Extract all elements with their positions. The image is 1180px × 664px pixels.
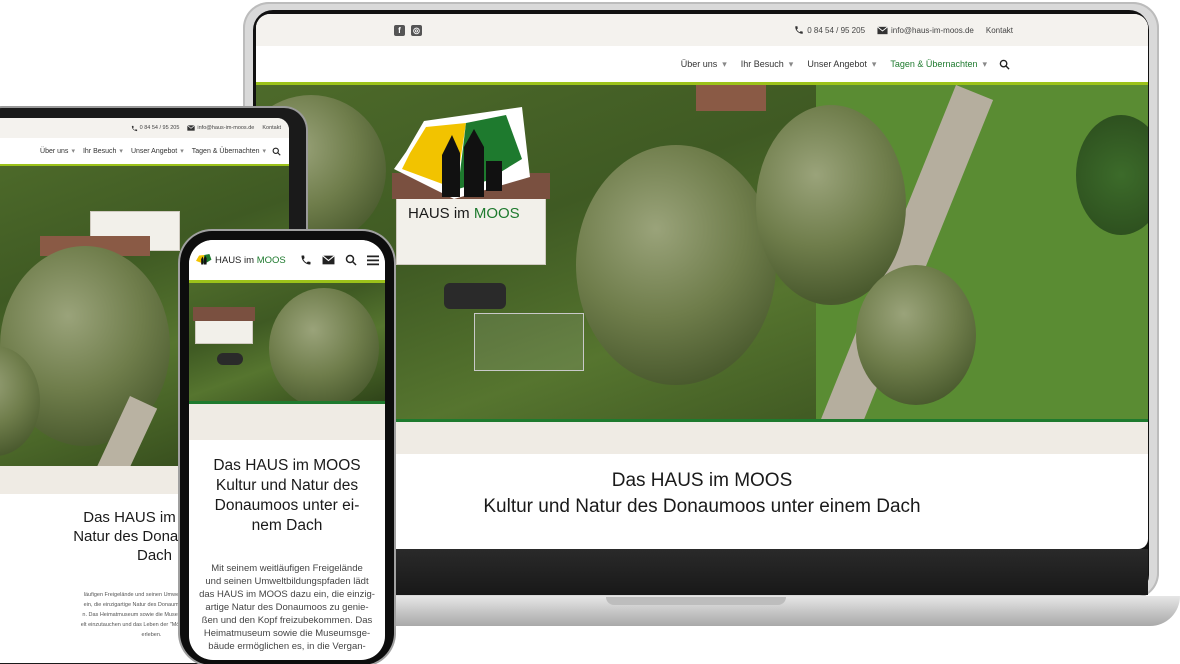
tablet-nav: Über uns ▾ Ihr Besuch ▾ Unser Angebot ▾ Tag… [0,138,289,164]
nav-item-ueber-uns[interactable]: Über uns ▾ [681,59,727,70]
nav-label: Unser Angebot [807,59,867,69]
tablet-nav-ueber-uns[interactable]: Über uns ▾ [40,147,75,156]
nav-label: Unser Angebot [130,147,178,155]
top-bar: f ◎ 0 84 54 / 95 205 info@haus-im-moos.d… [256,14,1148,46]
phone-logo[interactable]: HAUS im MOOS [195,252,286,268]
contact-items: 0 84 54 / 95 205 info@haus-im-moos.de Ko… [794,25,1013,35]
phone-body-line: das HAUS im MOOS dazu ein, die einzig- [199,589,375,600]
mail-icon [877,25,888,34]
email-address: info@haus-im-moos.de [891,25,974,35]
mail-icon[interactable] [322,255,335,265]
phone-title-line: Kultur und Natur des [215,477,359,494]
nav-label: Ihr Besuch [740,59,784,69]
search-icon[interactable] [272,147,281,156]
search-icon[interactable] [999,59,1010,70]
caret-down-icon: ▾ [119,148,123,155]
phone-body-line: Heimatmuseum sowie die Museumsge- [203,628,371,639]
phone-body-line: und seinen Umweltbildungspfaden lädt [205,576,369,587]
phone-beige-band [189,404,385,440]
phone-body-line: Mit seinem weitläufigen Freigelände [211,563,363,574]
tablet-phone-number: 0 84 54 / 95 205 [139,125,180,131]
main-nav: Über uns ▾ Ihr Besuch ▾ Unser Angebot ▾ Tag… [256,46,1148,82]
nav-label: Über uns [40,147,69,155]
nav-label: Über uns [680,59,718,69]
caret-down-icon: ▾ [788,58,794,69]
nav-item-tagen-uebernachten[interactable]: Tagen & Übernachten ▾ [890,59,987,70]
tablet-email: info@haus-im-moos.de [197,125,255,131]
nav-label: Tagen & Übernachten [191,147,260,155]
phone-icon [795,26,803,34]
phone-header: HAUS im MOOS [189,240,385,280]
contact-link[interactable]: Kontakt [986,26,1013,35]
nav-label: Ihr Besuch [82,147,117,155]
phone-body-line: artige Natur des Donaumoos zu genie- [205,602,369,613]
tablet-phone-link[interactable]: 0 84 54 / 95 205 [131,125,180,132]
email-link[interactable]: info@haus-im-moos.de [877,26,974,35]
phone-icon [131,125,137,131]
nav-item-unser-angebot[interactable]: Unser Angebot ▾ [807,59,876,70]
phone-link[interactable]: 0 84 54 / 95 205 [794,25,865,35]
phone-hero-image [189,283,385,401]
caret-down-icon: ▾ [262,148,266,155]
logo-word-b: MOOS [256,254,286,266]
phone-title: Das HAUS im MOOS Kultur und Natur des Do… [189,456,385,536]
phone-screen: HAUS im MOOS Das HAUS im MOOS Kultur und… [189,240,385,660]
phone-number: 0 84 54 / 95 205 [807,25,866,35]
tablet-nav-unser-angebot[interactable]: Unser Angebot ▾ [130,147,184,156]
logo-word-a: HAUS im [215,254,257,266]
tablet-top-bar: 0 84 54 / 95 205 info@haus-im-moos.de Ko… [0,118,289,138]
facebook-icon[interactable]: f [394,24,405,36]
device-mockup: f ◎ 0 84 54 / 95 205 info@haus-im-moos.d… [0,0,1180,664]
instagram-icon[interactable]: ◎ [411,24,422,36]
menu-icon[interactable] [367,255,379,266]
tablet-email-link[interactable]: info@haus-im-moos.de [187,125,254,131]
caret-down-icon: ▾ [982,58,987,69]
phone-body-text: Mit seinem weitläufigen Freigelände und … [189,562,385,653]
phone-icon[interactable] [300,254,312,266]
caret-down-icon: ▾ [871,58,877,69]
logo-word-b: MOOS [473,205,520,222]
site-logo[interactable]: HAUS im MOOS [394,107,534,227]
tablet-contact-link[interactable]: Kontakt [262,125,281,131]
logo-word-a: HAUS im [408,205,474,222]
laptop-notch [606,597,786,605]
logo-mark [196,253,212,265]
nav-item-ihr-besuch[interactable]: Ihr Besuch ▾ [741,59,794,70]
mail-icon [187,125,196,131]
caret-down-icon: ▾ [180,148,184,155]
phone-header-icons [300,254,379,266]
nav-label: Tagen & Übernachten [890,59,978,69]
phone-title-line: Das HAUS im MOOS [213,457,361,474]
tablet-nav-tagen-uebernachten[interactable]: Tagen & Übernachten ▾ [191,147,266,156]
caret-down-icon: ▾ [71,148,75,155]
phone-logo-wordmark: HAUS im MOOS [215,255,286,266]
logo-wordmark: HAUS im MOOS [408,205,520,222]
phone-title-line: Donaumoos unter ei- [214,497,360,514]
social-links: f ◎ [394,24,422,36]
phone-body-line: bäude ermöglichen es, in die Vergan- [208,641,366,652]
search-icon[interactable] [345,254,357,266]
logo-mark [394,107,530,199]
caret-down-icon: ▾ [722,58,727,69]
phone-body-line: ßen und den Kopf freizubekommen. Das [201,615,373,626]
phone-title-line: nem Dach [251,517,323,534]
tablet-nav-ihr-besuch[interactable]: Ihr Besuch ▾ [82,147,123,156]
